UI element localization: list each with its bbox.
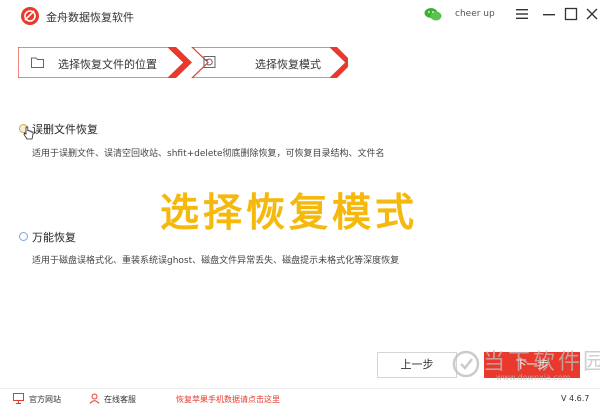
steps-bar: 选择恢复文件的位置 选择恢复模式 (18, 47, 348, 78)
watermark-logo-icon (452, 350, 480, 378)
step-label: 选择恢复文件的位置 (58, 58, 157, 71)
option-deleted-recovery-label[interactable]: 误删文件恢复 (32, 121, 98, 137)
monitor-icon (13, 393, 24, 404)
app-logo-icon (21, 7, 39, 25)
folder-icon (31, 57, 44, 68)
user-name[interactable]: cheer up (455, 9, 495, 19)
title-bar: 金舟数据恢复软件 cheer up (0, 0, 600, 32)
version-label: V 4.6.7 (561, 394, 590, 403)
restore-icon (203, 56, 216, 68)
minimize-icon[interactable] (541, 6, 557, 22)
prev-button[interactable]: 上一步 (377, 352, 457, 378)
option-deleted-recovery-desc: 适用于误删文件、误清空回收站、shfit+delete彻底删除恢复，可恢复目录结… (32, 149, 385, 159)
step-select-location: 选择恢复文件的位置 (18, 47, 183, 78)
option-universal-recovery-desc: 适用于磁盘误格式化、重装系统误ghost、磁盘文件异常丢失、磁盘提示未格式化等深… (32, 256, 400, 266)
option-universal-recovery-label[interactable]: 万能恢复 (32, 229, 76, 245)
menu-icon[interactable] (514, 6, 530, 22)
app-title: 金舟数据恢复软件 (46, 11, 134, 24)
close-icon[interactable] (584, 6, 600, 22)
step-label: 选择恢复模式 (255, 58, 321, 71)
online-support-link[interactable]: 在线客服 (104, 394, 136, 405)
maximize-icon[interactable] (563, 6, 579, 22)
step-select-mode: 选择恢复模式 (192, 47, 348, 78)
radio-universal-recovery[interactable] (19, 232, 28, 241)
overlay-caption: 选择恢复模式 (160, 191, 419, 236)
official-website-link[interactable]: 官方网站 (29, 394, 61, 405)
wechat-icon[interactable] (424, 7, 442, 22)
iphone-recovery-promo-link[interactable]: 恢复苹果手机数据请点击这里 (176, 394, 280, 405)
customer-service-icon (89, 393, 100, 404)
watermark-url: www.downxia.com (496, 373, 571, 382)
footer: 官方网站 在线客服 恢复苹果手机数据请点击这里 V 4.6.7 (0, 388, 600, 407)
watermark-text: 当下软件园 (483, 350, 600, 375)
